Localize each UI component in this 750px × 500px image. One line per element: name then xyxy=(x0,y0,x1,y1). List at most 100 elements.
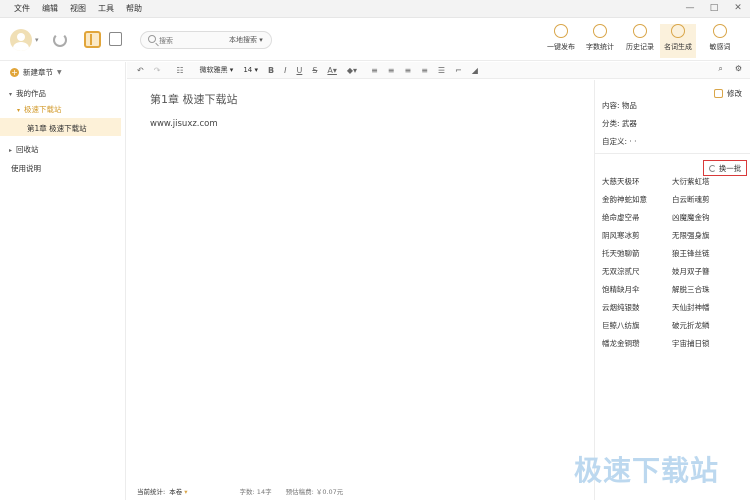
editor-area[interactable]: 第1章 极速下载站 www.jisuxz.com xyxy=(127,80,593,482)
generated-name[interactable]: 云烟纯银鼓 xyxy=(602,302,640,313)
generated-name[interactable]: 凶魔魔金钩 xyxy=(672,212,710,223)
generated-name[interactable]: 幡龙金铜瓒 xyxy=(602,338,640,349)
word-count-button[interactable]: 字数统计 xyxy=(582,24,618,58)
chevron-down-icon[interactable]: ▾ xyxy=(35,36,39,44)
menu-bar: 文件 编辑 视图 工具 帮助 — □ ✕ xyxy=(0,0,750,18)
sidebar-view-icon[interactable] xyxy=(84,31,101,48)
menu-file[interactable]: 文件 xyxy=(14,3,30,14)
generated-name[interactable]: 天仙封神幡 xyxy=(672,302,710,313)
new-chapter-label: 新建章节 xyxy=(23,67,53,77)
sensitive-word-label: 敏感词 xyxy=(709,43,731,51)
generated-name[interactable]: 宇宙捕日锁 xyxy=(672,338,710,349)
expand-icon: ▾ xyxy=(9,91,13,98)
gear-icon[interactable]: ⚙ xyxy=(735,64,742,74)
redo-icon[interactable]: ↷ xyxy=(154,66,161,75)
undo-icon[interactable]: ↶ xyxy=(137,66,144,75)
publish-label: 一键发布 xyxy=(547,43,575,51)
generated-name[interactable]: 绝命虚空帚 xyxy=(602,212,640,223)
align-center-icon[interactable]: ≡ xyxy=(388,66,395,75)
tree-chapter[interactable]: 第1章 极速下载站 xyxy=(27,123,87,134)
status-scope-dropdown[interactable]: 本卷 ▾ xyxy=(169,486,187,496)
minimize-icon[interactable]: — xyxy=(684,3,696,13)
generated-name[interactable]: 无双淙贰尺 xyxy=(602,266,640,277)
edit-icon xyxy=(714,89,723,98)
sensitive-word-icon xyxy=(713,24,727,38)
tree-my-works-label: 我的作品 xyxy=(16,89,47,98)
format-painter-icon[interactable]: ⌐ xyxy=(455,66,462,75)
name-generator-panel: 修改 内容: 物品 分类: 武器 自定义: · · 换一批 大慈天极环 大衍紫虹… xyxy=(594,80,750,500)
generated-name[interactable]: 解脱三合珠 xyxy=(672,284,710,295)
tree-my-works[interactable]: ▾ 我的作品 xyxy=(9,88,46,99)
status-bar: 当前统计: 本卷 ▾ 字数: 14字 预估稿费: ￥0.07元 xyxy=(127,482,593,500)
fullscreen-view-icon[interactable] xyxy=(109,32,122,46)
maximize-icon[interactable]: □ xyxy=(708,3,720,13)
close-icon[interactable]: ✕ xyxy=(732,3,744,13)
new-chapter-button[interactable]: + 新建章节 ▼ xyxy=(10,65,62,79)
align-left-icon[interactable]: ≡ xyxy=(371,66,378,75)
search-icon xyxy=(148,35,156,43)
editor-body-text[interactable]: www.jisuxz.com xyxy=(150,119,218,129)
tree-help-label: 使用说明 xyxy=(11,164,41,173)
font-size-select[interactable]: 14 ▾ xyxy=(243,66,258,74)
edit-label: 修改 xyxy=(727,89,742,98)
status-label: 当前统计: xyxy=(137,488,166,496)
generated-name[interactable]: 金韵神蛇如意 xyxy=(602,194,647,205)
font-select-value: 微软雅黑 xyxy=(199,66,228,74)
publish-button[interactable]: 一键发布 xyxy=(543,24,579,58)
generated-name[interactable]: 巨鲸八纺旗 xyxy=(602,320,640,331)
generated-name[interactable]: 无限强身旗 xyxy=(672,230,710,241)
menu-tools[interactable]: 工具 xyxy=(98,3,114,14)
custom-field: 自定义: · · xyxy=(602,137,637,146)
tree-book[interactable]: ▾ 极速下载站 xyxy=(17,104,62,115)
avatar[interactable] xyxy=(10,29,32,51)
menu-help[interactable]: 帮助 xyxy=(126,3,142,14)
generated-name[interactable]: 大衍紫虹塔 xyxy=(672,176,710,187)
sensitive-word-button[interactable]: 敏感词 xyxy=(702,24,738,58)
underline-icon[interactable]: U xyxy=(296,66,302,75)
refresh-batch-label: 换一批 xyxy=(718,163,742,173)
edit-button[interactable]: 修改 xyxy=(714,88,742,99)
bold-icon[interactable]: B xyxy=(268,66,274,75)
tree-book-label: 极速下载站 xyxy=(24,105,62,114)
search-icon[interactable]: ⌕ xyxy=(718,64,722,74)
menu-edit[interactable]: 编辑 xyxy=(42,3,58,14)
list-icon[interactable]: ☷ xyxy=(176,66,183,75)
generated-name[interactable]: 大慈天极环 xyxy=(602,176,640,187)
generated-name[interactable]: 白云断魂剪 xyxy=(672,194,710,205)
menu-view[interactable]: 视图 xyxy=(70,3,86,14)
highlight-color-icon[interactable]: ◆▾ xyxy=(347,66,357,75)
refresh-batch-button[interactable]: 换一批 xyxy=(703,160,747,176)
sync-icon[interactable] xyxy=(53,33,67,47)
watermark-logo: 极速下载站 xyxy=(574,454,720,487)
line-spacing-icon[interactable]: ☰ xyxy=(438,66,445,75)
name-generator-icon xyxy=(671,24,685,38)
italic-icon[interactable]: I xyxy=(284,66,286,75)
search-scope-dropdown[interactable]: 本地搜索 ▾ xyxy=(229,35,263,45)
history-label: 历史记录 xyxy=(626,43,654,51)
justify-icon[interactable]: ≡ xyxy=(421,66,428,75)
tree-recycle[interactable]: ▸ 回收站 xyxy=(9,144,39,155)
align-right-icon[interactable]: ≡ xyxy=(404,66,411,75)
font-color-icon[interactable]: A▾ xyxy=(327,66,337,75)
generated-name[interactable]: 饱精缺月伞 xyxy=(602,284,640,295)
generated-name[interactable]: 托天弛聊箭 xyxy=(602,248,640,259)
search-input[interactable] xyxy=(159,34,219,47)
generated-name[interactable]: 狼王锋丝链 xyxy=(672,248,710,259)
history-button[interactable]: 历史记录 xyxy=(622,24,658,58)
divider xyxy=(595,153,750,154)
status-scope-value: 本卷 xyxy=(169,488,183,496)
font-select[interactable]: 微软雅黑 ▾ xyxy=(200,65,234,75)
chapter-title[interactable]: 第1章 极速下载站 xyxy=(150,91,238,107)
editor-toolbar: ↶ ↷ ☷ 微软雅黑 ▾ 14 ▾ B I U S A▾ ◆▾ ≡ ≡ ≡ ≡ … xyxy=(127,62,750,79)
eraser-icon[interactable]: ◢ xyxy=(472,66,478,75)
generated-name[interactable]: 破元折龙鳞 xyxy=(672,320,710,331)
chevron-down-icon: ▼ xyxy=(57,68,62,76)
tree-help[interactable]: 使用说明 xyxy=(11,163,41,174)
generated-name[interactable]: 阴风寒冰剪 xyxy=(602,230,640,241)
expand-icon: ▾ xyxy=(17,107,21,114)
generated-name[interactable]: 妓月双子簪 xyxy=(672,266,710,277)
strikethrough-icon[interactable]: S xyxy=(312,66,317,75)
name-generator-button[interactable]: 名词生成 xyxy=(660,24,696,58)
history-icon xyxy=(633,24,647,38)
name-generator-label: 名词生成 xyxy=(664,43,692,51)
